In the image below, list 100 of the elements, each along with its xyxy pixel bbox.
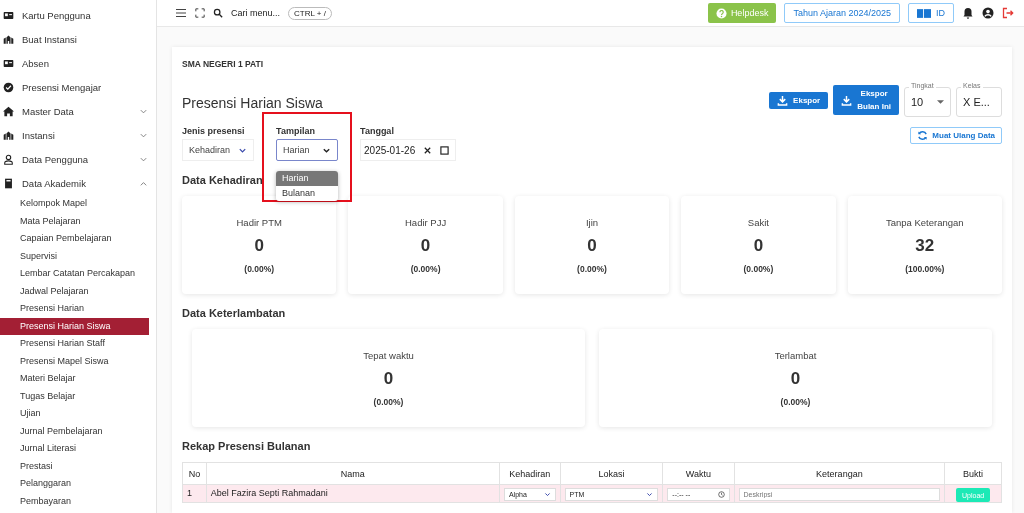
sidebar-subitem[interactable]: Jadwal Pelajaran [0, 282, 149, 300]
fullscreen-icon[interactable] [195, 8, 205, 18]
field-label: Jenis presensi [182, 126, 246, 136]
stat-percent: (0.00%) [743, 263, 774, 274]
sidebar-icon [3, 33, 14, 45]
download-icon [841, 94, 853, 106]
stat-value: 0 [753, 235, 764, 256]
sidebar-subitem[interactable]: Mata Pelajaran [0, 212, 149, 230]
sidebar-icon [3, 105, 14, 117]
sidebar-item[interactable]: Presensi Mengajar [0, 75, 156, 99]
sidebar-subitem[interactable]: Prestasi [0, 457, 149, 475]
sidebar-icon [3, 177, 14, 189]
section-title: Data Kehadiran [182, 174, 263, 186]
column-header: Bukti [944, 462, 1002, 485]
field-label: Tanggal [360, 126, 395, 136]
sidebar-item[interactable]: Master Data [0, 99, 156, 123]
search-icon[interactable] [213, 8, 223, 18]
menu-icon[interactable] [175, 7, 187, 19]
stat-value: 32 [915, 235, 935, 256]
column-header: No [182, 462, 207, 485]
sidebar-subitem[interactable]: Materi Belajar [0, 370, 149, 388]
language-icon [917, 8, 931, 18]
chevron-icon [646, 491, 654, 498]
stat-percent: (0.00%) [780, 396, 811, 407]
column-header: Waktu [662, 462, 735, 485]
sidebar-icon [3, 129, 14, 141]
sidebar-item[interactable]: Instansi [0, 123, 156, 147]
column-header: Keterangan [734, 462, 945, 485]
download-icon [777, 94, 789, 106]
clear-icon[interactable] [423, 145, 433, 155]
school-name: SMA NEGERI 1 PATI [182, 59, 265, 69]
clock-icon [717, 491, 725, 498]
section-title: Data Keterlambatan [182, 307, 286, 319]
stat-label: Tepat waktu [363, 349, 414, 361]
stat-label: Hadir PTM [236, 216, 282, 228]
sidebar-subitem[interactable]: Kelompok Mapel [0, 195, 149, 213]
sidebar-subitem[interactable]: Capaian Pembelajaran [0, 230, 149, 248]
stat-percent: (100.00%) [905, 263, 945, 274]
column-header: Nama [206, 462, 500, 485]
sidebar-icon [3, 81, 14, 93]
stat-percent: (0.00%) [244, 263, 275, 274]
export-button[interactable]: Ekspor [769, 91, 829, 109]
language-button[interactable]: ID [908, 3, 954, 23]
stat-percent: (0.00%) [410, 263, 441, 274]
stat-percent: (0.00%) [577, 263, 607, 274]
search-field[interactable]: Cari menu... [231, 8, 281, 18]
section-title: Rekap Presensi Bulanan [182, 440, 311, 452]
stat-value: 0 [587, 235, 597, 256]
logout-icon[interactable] [1002, 7, 1014, 19]
view-select[interactable]: Harian [276, 139, 339, 161]
sidebar-subitem[interactable]: Presensi Harian Siswa [0, 317, 149, 335]
sidebar-subitem[interactable]: Pelanggaran [0, 475, 149, 493]
account-icon[interactable] [982, 7, 994, 19]
sidebar-subitem[interactable]: Jurnal Literasi [0, 440, 149, 458]
sidebar-subitem[interactable]: Presensi Harian [0, 300, 149, 318]
stat-label: Ijin [585, 216, 599, 228]
sidebar-item[interactable]: Data Pengguna [0, 147, 156, 171]
dropdown-option[interactable]: Bulanan [276, 186, 339, 201]
dropdown-option[interactable]: Harian [276, 171, 339, 186]
academic-year-button[interactable]: Tahun Ajaran 2024/2025 [784, 3, 900, 23]
date-field[interactable]: 2025-01-26 [360, 139, 457, 161]
sidebar-subitem[interactable]: Presensi Mapel Siswa [0, 352, 149, 370]
stat-value: 0 [383, 368, 394, 389]
sidebar-subitem[interactable]: Presensi Harian Staff [0, 335, 149, 353]
sidebar-subitem[interactable]: Supervisi [0, 247, 149, 265]
sidebar-item[interactable]: Kartu Pengguna [0, 3, 156, 27]
sidebar-subitem[interactable]: Jurnal Pembelajaran [0, 422, 149, 440]
sidebar-icon [3, 153, 14, 165]
chevron-icon [543, 491, 551, 498]
sidebar-subitem[interactable]: Tugas Belajar [0, 387, 149, 405]
stat-label: Tanpa Keterangan [885, 216, 964, 228]
export-month-button[interactable]: Ekspor Bulan Ini [833, 85, 899, 115]
column-header: Lokasi [560, 462, 663, 485]
sidebar-subitem[interactable]: Pembayaran [0, 492, 149, 510]
reload-button[interactable]: Muat Ulang Data [910, 127, 1002, 144]
attendance-type-select[interactable]: Kehadiran [182, 139, 255, 161]
sidebar-icon [3, 9, 14, 21]
stat-label: Terlambat [774, 349, 817, 361]
help-icon [715, 7, 727, 19]
caret-icon [937, 100, 944, 104]
sidebar-icon [3, 57, 14, 69]
stat-value: 0 [420, 235, 431, 256]
refresh-icon [917, 130, 929, 141]
sidebar-item[interactable]: Data Akademik [0, 171, 156, 195]
stat-label: Sakit [747, 216, 769, 228]
bell-icon[interactable] [962, 7, 974, 19]
stat-label: Hadir PJJ [405, 216, 447, 228]
field-label: Tampilan [276, 126, 316, 136]
sidebar-subitem[interactable]: Lembar Catatan Percakapan [0, 265, 149, 283]
table-cell-text: 1 [187, 487, 192, 498]
page-title: Presensi Harian Siswa [182, 95, 324, 111]
calendar-icon[interactable] [440, 145, 450, 155]
sidebar-item[interactable]: Absen [0, 51, 156, 75]
table-cell-text: Abel Fazira Septi Rahmadani [210, 487, 328, 498]
column-header: Kehadiran [499, 462, 561, 485]
stat-value: 0 [790, 368, 801, 389]
stat-percent: (0.00%) [373, 396, 404, 407]
stat-value: 0 [254, 235, 264, 256]
sidebar-subitem[interactable]: Ujian [0, 405, 149, 423]
sidebar-item[interactable]: Buat Instansi [0, 27, 156, 51]
